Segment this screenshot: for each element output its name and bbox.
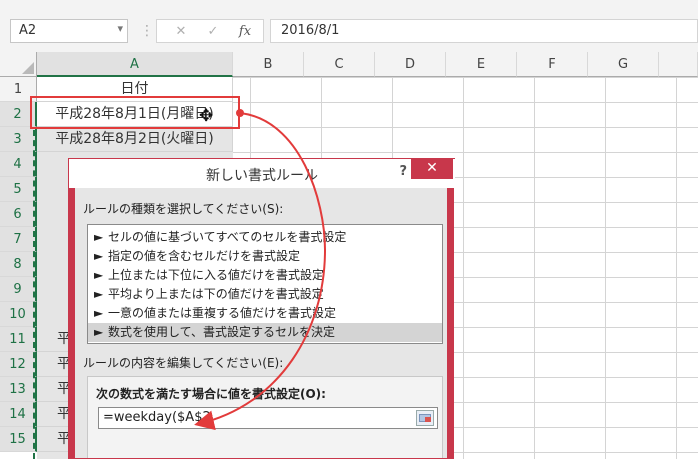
formula-buttons: ✕ ✓ fx: [156, 19, 264, 43]
column-header-c[interactable]: C: [304, 52, 375, 77]
row-header-15[interactable]: 15: [0, 427, 37, 452]
column-header-d[interactable]: D: [375, 52, 446, 77]
rule-type-item[interactable]: ► 一意の値または重複する値だけを書式設定: [88, 304, 442, 323]
row-header-13[interactable]: 13: [0, 377, 37, 402]
rule-type-item-selected[interactable]: ► 数式を使用して、書式設定するセルを決定: [88, 323, 442, 342]
collapse-dialog-icon[interactable]: [416, 410, 434, 426]
row-header-3[interactable]: 3: [0, 127, 37, 152]
arrow-right-icon: ►: [94, 230, 104, 244]
column-header-g[interactable]: G: [588, 52, 659, 77]
formula-condition-label: 次の数式を満たす場合に値を書式設定(O):: [96, 387, 326, 401]
arrow-right-icon: ►: [94, 268, 104, 282]
row-header-7[interactable]: 7: [0, 227, 37, 252]
rule-formula-value: =weekday($A$2: [103, 410, 211, 425]
rule-formula-input[interactable]: =weekday($A$2: [98, 407, 438, 429]
rule-type-list[interactable]: ► セルの値に基づいてすべてのセルを書式設定 ► 指定の値を含むセルだけを書式設定 …: [87, 224, 443, 344]
row-header-11[interactable]: 11: [0, 327, 37, 352]
name-box-value: A2: [19, 23, 37, 38]
row-header-10[interactable]: 10: [0, 302, 37, 327]
rule-type-text: 指定の値を含むセルだけを書式設定: [108, 249, 301, 263]
row-header-12[interactable]: 12: [0, 352, 37, 377]
collapse-dialog-marker: [425, 417, 431, 422]
row-header-4[interactable]: 4: [0, 152, 37, 177]
name-box[interactable]: A2 ▾: [10, 19, 128, 43]
chevron-down-icon[interactable]: ▾: [117, 22, 123, 35]
arrow-right-icon: ►: [94, 287, 104, 301]
rule-description-box: 次の数式を満たす場合に値を書式設定(O): =weekday($A$2: [87, 376, 443, 458]
dialog-title: 新しい書式ルール: [206, 168, 318, 184]
enter-icon[interactable]: ✓: [201, 22, 225, 42]
rule-type-item[interactable]: ► 平均より上または下の値だけを書式設定: [88, 285, 442, 304]
column-header-e[interactable]: E: [446, 52, 517, 77]
arrow-right-icon: ►: [94, 325, 104, 339]
rule-type-text: 数式を使用して、書式設定するセルを決定: [108, 325, 336, 339]
select-all-icon: [22, 62, 34, 74]
rule-type-text: 平均より上または下の値だけを書式設定: [108, 287, 324, 301]
column-header-f[interactable]: F: [517, 52, 588, 77]
column-header-h[interactable]: [659, 52, 698, 77]
close-icon[interactable]: ✕: [411, 159, 453, 179]
insert-function-icon[interactable]: fx: [233, 22, 257, 42]
help-icon[interactable]: ?: [399, 164, 407, 179]
new-format-rule-dialog: 新しい書式ルール ? ✕ ルールの種類を選択してください(S): ► セルの値に基…: [68, 158, 455, 459]
cell-a3[interactable]: 平成28年8月2日(火曜日): [37, 127, 233, 152]
copy-marquee-column: [33, 130, 37, 459]
rule-type-text: 上位または下位に入る値だけを書式設定: [108, 268, 325, 282]
row-header-9[interactable]: 9: [0, 277, 37, 302]
formula-bar: A2 ▾ ⋮ ✕ ✓ fx 2016/8/1: [0, 0, 698, 52]
row-header-8[interactable]: 8: [0, 252, 37, 277]
rule-type-item[interactable]: ► セルの値に基づいてすべてのセルを書式設定: [88, 228, 442, 247]
row-header-14[interactable]: 14: [0, 402, 37, 427]
arrow-right-icon: ►: [94, 249, 104, 263]
formula-text: 2016/8/1: [281, 23, 340, 38]
more-options-icon[interactable]: ⋮: [140, 20, 154, 42]
dialog-title-bar[interactable]: 新しい書式ルール ? ✕: [69, 158, 455, 188]
formula-input[interactable]: 2016/8/1: [270, 19, 698, 43]
select-all-corner[interactable]: [0, 52, 37, 77]
cancel-icon[interactable]: ✕: [169, 22, 193, 42]
rule-type-label: ルールの種類を選択してください(S):: [83, 202, 284, 216]
row-header-5[interactable]: 5: [0, 177, 37, 202]
rule-type-item[interactable]: ► 上位または下位に入る値だけを書式設定: [88, 266, 442, 285]
edit-rule-label: ルールの内容を編集してください(E):: [83, 356, 284, 370]
arrow-right-icon: ►: [94, 306, 104, 320]
dialog-body: ルールの種類を選択してください(S): ► セルの値に基づいてすべてのセルを書式設…: [69, 188, 453, 458]
rule-type-text: 一意の値または重複する値だけを書式設定: [108, 306, 337, 320]
column-header-b[interactable]: B: [233, 52, 304, 77]
rule-type-item[interactable]: ► 指定の値を含むセルだけを書式設定: [88, 247, 442, 266]
column-header-a[interactable]: A: [37, 52, 233, 77]
rule-type-text: セルの値に基づいてすべてのセルを書式設定: [108, 230, 347, 244]
cross-cursor-icon: ✥: [199, 106, 214, 126]
row-header-6[interactable]: 6: [0, 202, 37, 227]
